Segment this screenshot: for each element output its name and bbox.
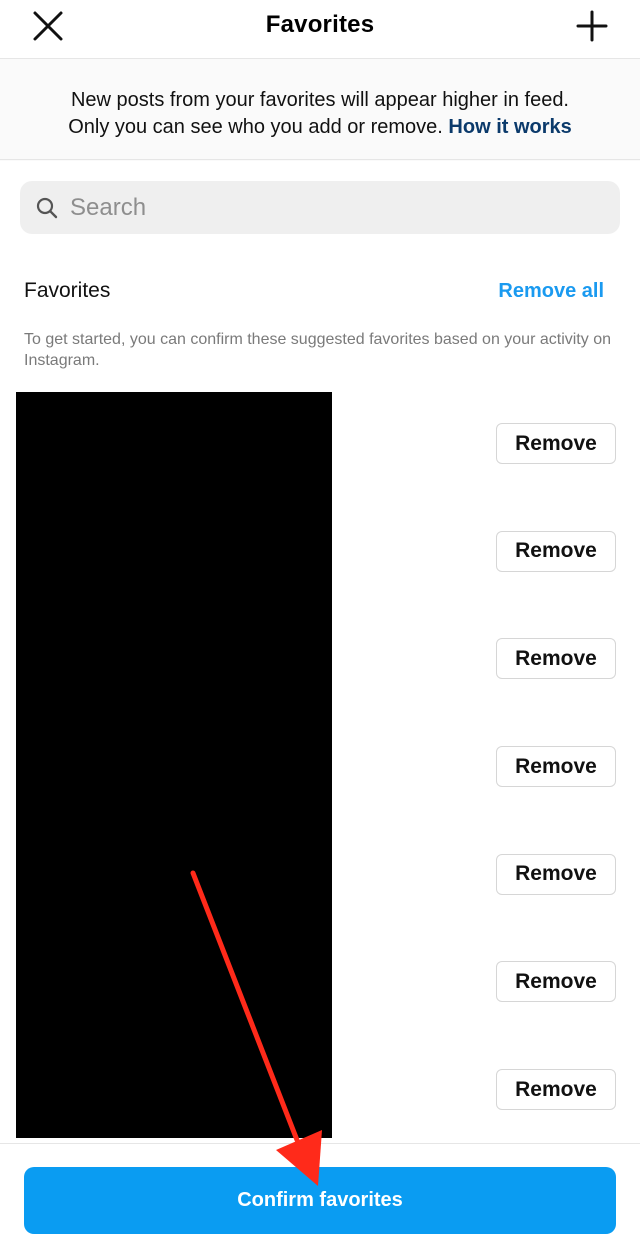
add-favorite-button[interactable] bbox=[572, 6, 612, 46]
search-input[interactable] bbox=[68, 192, 592, 223]
remove-button[interactable]: Remove bbox=[496, 1069, 616, 1111]
remove-all-button[interactable]: Remove all bbox=[498, 280, 604, 303]
remove-button[interactable]: Remove bbox=[496, 853, 616, 895]
favorites-content: Favorites Remove all To get started, you… bbox=[0, 161, 640, 1143]
remove-button[interactable]: Remove bbox=[496, 746, 616, 788]
list-item: Remove bbox=[0, 831, 640, 939]
list-item: Remove bbox=[0, 1046, 640, 1154]
info-line-2-text: Only you can see who you add or remove. bbox=[68, 116, 443, 138]
bottom-bar: Confirm favorites bbox=[0, 1143, 640, 1240]
remove-button[interactable]: Remove bbox=[496, 423, 616, 464]
page-title: Favorites bbox=[265, 11, 375, 38]
list-item: Remove bbox=[0, 723, 640, 831]
suggestions-hint: To get started, you can confirm these su… bbox=[24, 331, 611, 369]
list-item: Remove bbox=[0, 615, 640, 723]
list-item: Remove bbox=[0, 400, 640, 508]
plus-icon bbox=[576, 10, 608, 42]
confirm-favorites-button[interactable]: Confirm favorites bbox=[24, 1167, 616, 1234]
remove-button[interactable]: Remove bbox=[496, 530, 616, 572]
list-item: Remove bbox=[0, 938, 640, 1046]
how-it-works-link[interactable]: How it works bbox=[448, 116, 571, 138]
info-line-1: New posts from your favorites will appea… bbox=[70, 89, 569, 111]
remove-button[interactable]: Remove bbox=[496, 961, 616, 1003]
search-icon bbox=[36, 197, 58, 219]
favorites-list: Remove Remove Remove Remove Remove Remov… bbox=[0, 400, 640, 1154]
favorites-section-header: Favorites Remove all bbox=[24, 279, 604, 303]
remove-button[interactable]: Remove bbox=[496, 638, 616, 680]
favorites-screen: Favorites New posts from your favorites … bbox=[0, 0, 640, 1240]
favorites-heading: Favorites bbox=[24, 279, 111, 302]
top-bar: Favorites bbox=[0, 0, 640, 59]
list-item: Remove bbox=[0, 508, 640, 616]
info-banner: New posts from your favorites will appea… bbox=[0, 59, 640, 160]
info-line-2: Only you can see who you add or remove. … bbox=[0, 114, 640, 141]
search-bar[interactable] bbox=[20, 181, 620, 234]
